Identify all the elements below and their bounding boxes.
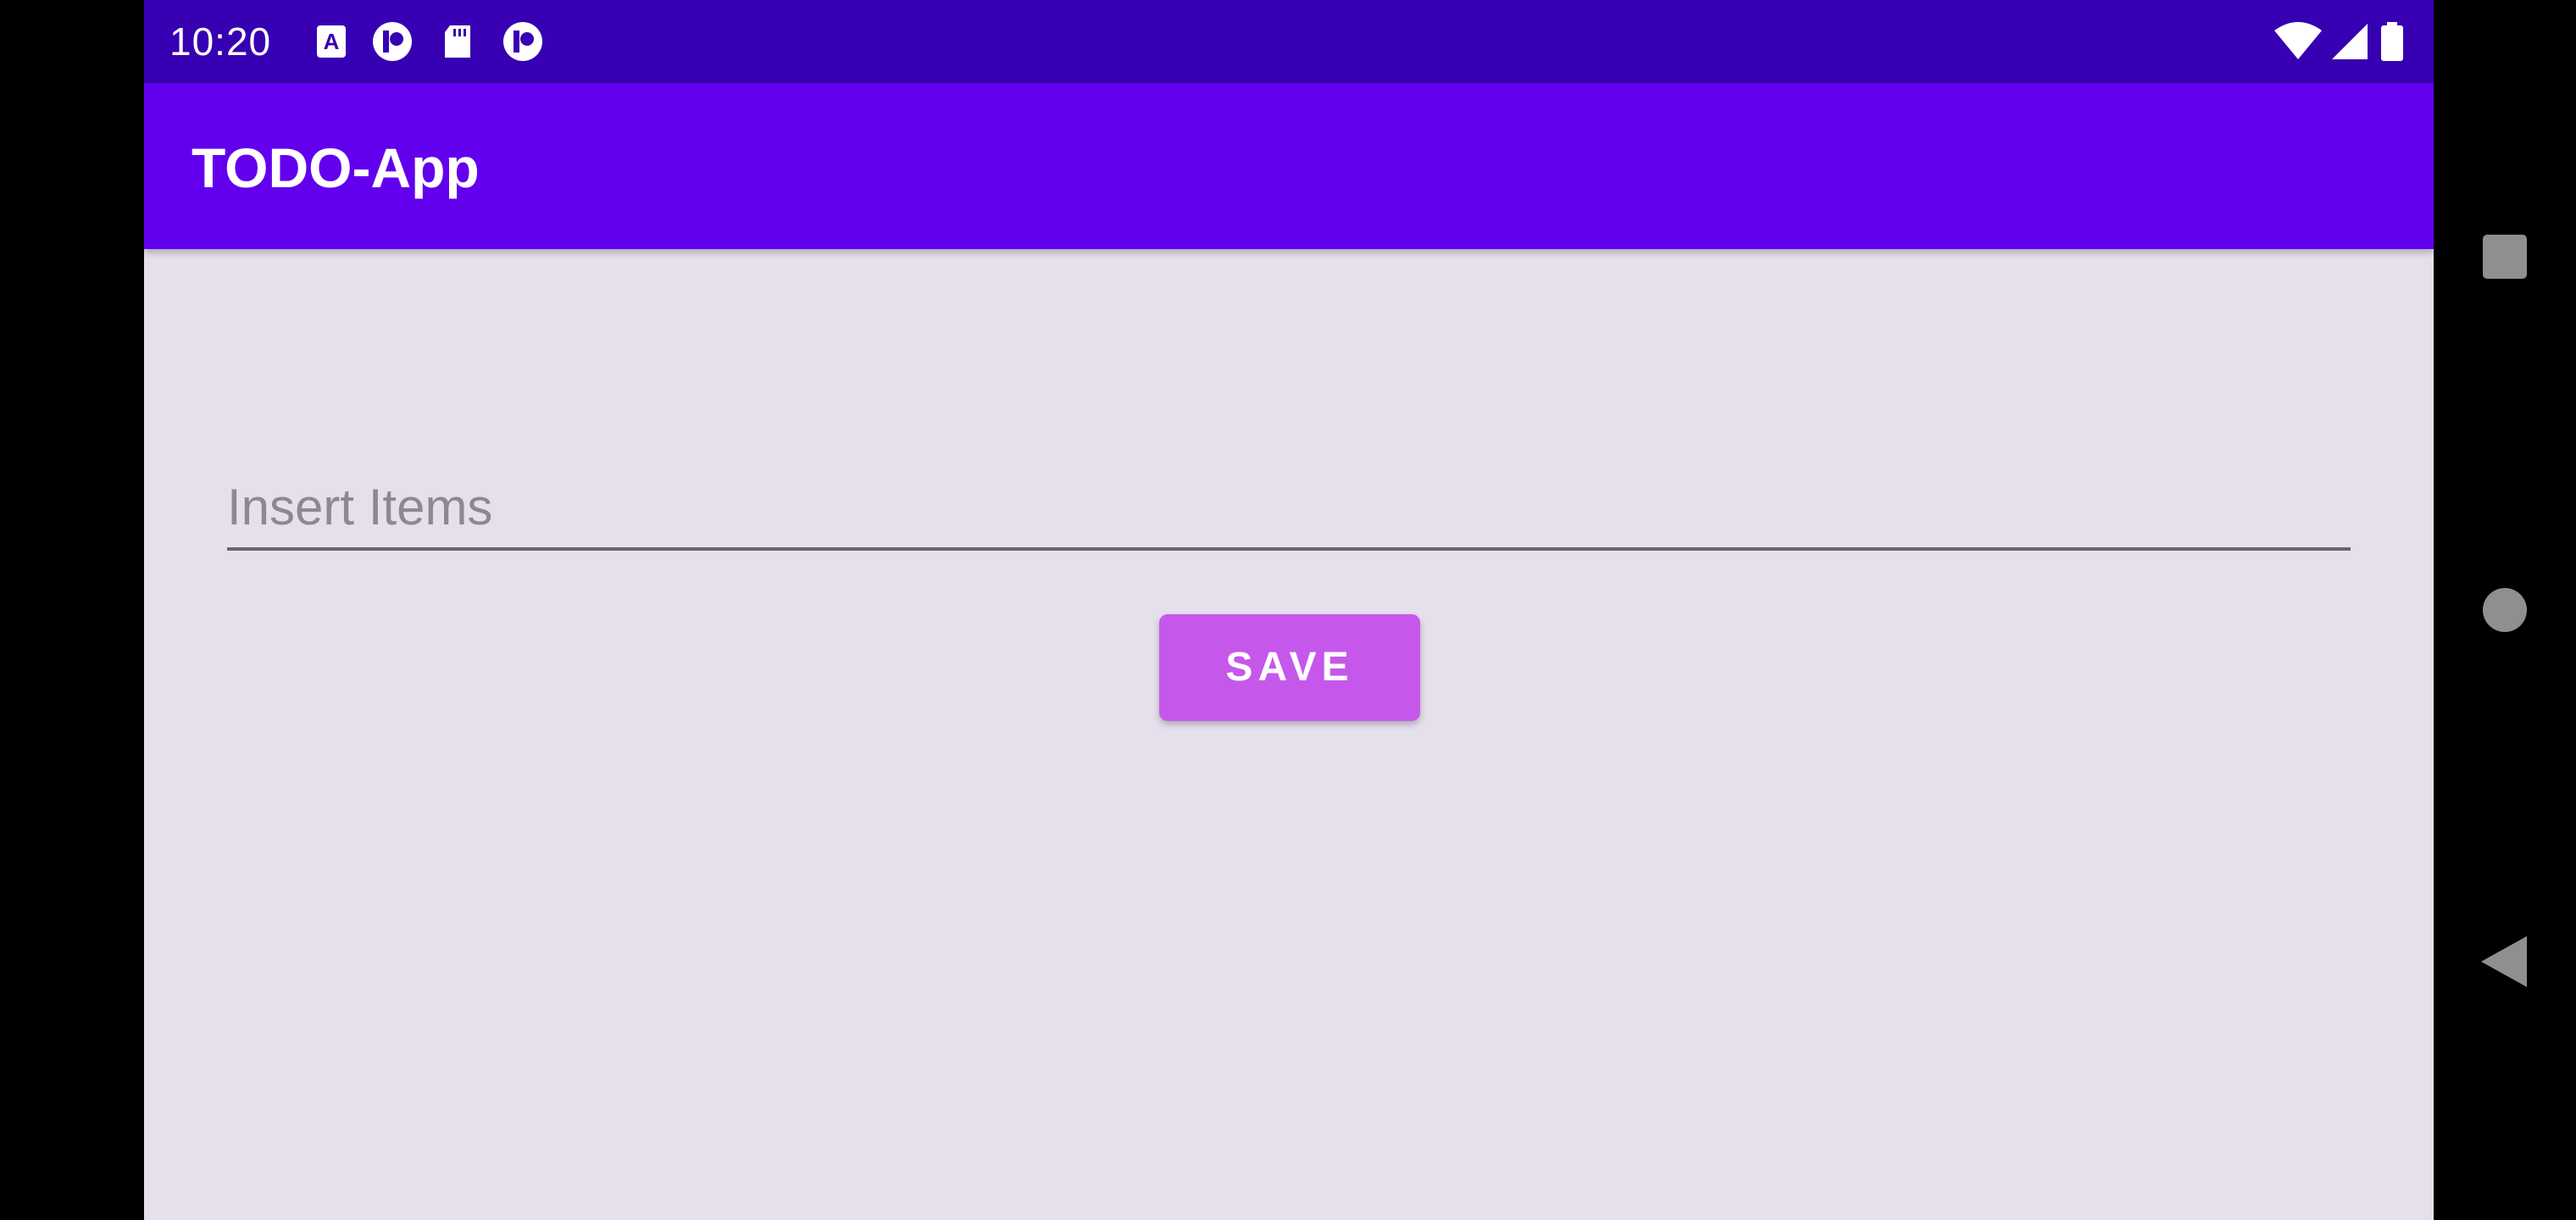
save-button[interactable]: SAVE	[1159, 614, 1420, 721]
signal-icon	[2332, 24, 2368, 59]
app-bar: TODO-App	[144, 83, 2434, 249]
home-button[interactable]	[2434, 559, 2576, 661]
battery-icon	[2381, 22, 2403, 61]
insert-items-input[interactable]	[227, 466, 2351, 547]
app-circle-icon	[503, 22, 542, 61]
status-bar: 10:20 A	[144, 0, 2434, 83]
app-screen: 10:20 A TODO-App Insert Items SAVE	[144, 0, 2434, 1220]
recents-square-icon	[2483, 235, 2527, 279]
back-triangle-icon	[2481, 936, 2527, 987]
recents-button[interactable]	[2434, 207, 2576, 308]
wifi-icon	[2274, 22, 2322, 59]
sd-card-icon	[445, 25, 470, 58]
back-button[interactable]	[2434, 911, 2576, 1012]
status-time: 10:20	[169, 19, 272, 64]
svg-text:A: A	[324, 29, 340, 54]
insert-items-field[interactable]	[227, 466, 2351, 551]
app-circle-icon	[373, 22, 412, 61]
app-title: TODO-App	[192, 136, 480, 199]
font-a-icon: A	[317, 25, 346, 58]
navigation-bar	[2434, 0, 2576, 1220]
home-circle-icon	[2483, 588, 2527, 632]
